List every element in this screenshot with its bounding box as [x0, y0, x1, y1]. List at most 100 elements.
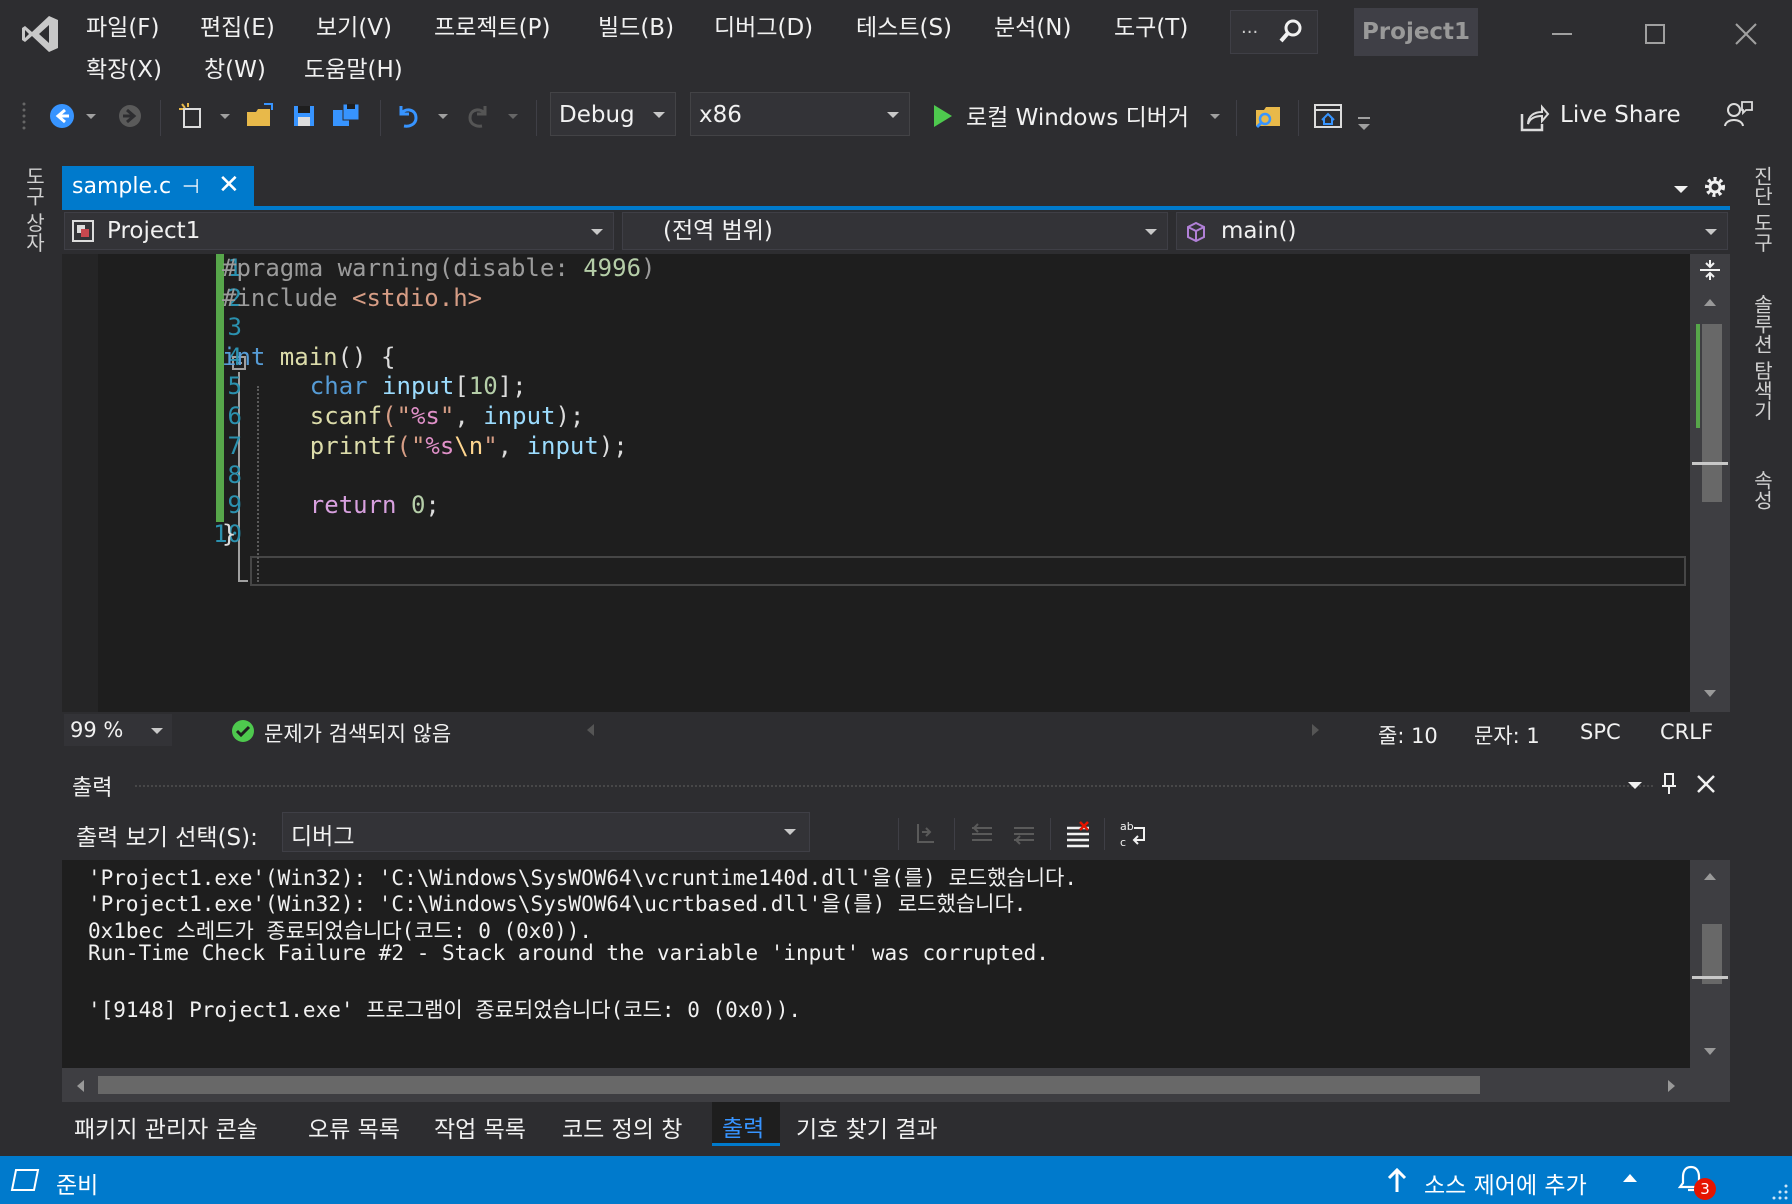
menu-help[interactable]: 도움말(H)	[304, 50, 403, 84]
redo-dropdown-icon[interactable]	[506, 100, 520, 132]
output-line: '[9148] Project1.exe' 프로그램이 종료되었습니다(코드: …	[88, 998, 801, 1022]
close-panel-icon[interactable]	[1694, 772, 1718, 796]
new-dropdown-icon[interactable]	[218, 100, 232, 132]
menu-analyze[interactable]: 분석(N)	[994, 8, 1071, 42]
editor-vertical-scrollbar[interactable]	[1690, 254, 1730, 712]
solution-platform-select[interactable]: x86	[690, 92, 910, 136]
save-icon[interactable]	[288, 100, 320, 132]
open-file-icon[interactable]	[244, 100, 276, 132]
member-select[interactable]: main()	[1176, 212, 1728, 250]
clear-all-icon[interactable]	[1064, 820, 1092, 848]
menu-test[interactable]: 테스트(S)	[856, 8, 952, 42]
scroll-up-icon[interactable]	[1702, 870, 1718, 882]
panel-drag-grip[interactable]	[134, 784, 1654, 788]
pin-icon[interactable]: ⊣	[182, 174, 199, 198]
scrollbar-thumb[interactable]	[1702, 924, 1722, 984]
output-horizontal-scrollbar[interactable]	[62, 1068, 1730, 1102]
undo-icon[interactable]	[392, 100, 424, 132]
resize-grip-icon[interactable]	[1770, 1182, 1790, 1202]
issues-status[interactable]: 문제가 검색되지 않음	[264, 718, 451, 748]
undo-dropdown-icon[interactable]	[436, 100, 450, 132]
output-vertical-scrollbar[interactable]	[1690, 860, 1730, 1068]
tab-list-dropdown-icon[interactable]	[1668, 176, 1694, 202]
column-indicator[interactable]: 문자: 1	[1474, 720, 1540, 750]
tab-package-manager-console[interactable]: 패키지 관리자 콘솔	[74, 1110, 258, 1144]
scroll-right-icon[interactable]	[1666, 1078, 1678, 1094]
code-token: 4996	[583, 254, 642, 282]
navigate-back-icon[interactable]	[46, 100, 78, 132]
feedback-icon[interactable]	[1722, 98, 1754, 130]
scroll-down-icon[interactable]	[1702, 1046, 1718, 1058]
live-share-button[interactable]: Live Share	[1560, 102, 1681, 128]
live-share-icon[interactable]	[1518, 102, 1550, 134]
zoom-select[interactable]: 99 %	[64, 714, 172, 746]
maximize-icon[interactable]	[1624, 10, 1684, 58]
menu-window[interactable]: 창(W)	[204, 50, 266, 84]
next-message-icon[interactable]	[1010, 820, 1038, 848]
tab-code-definition[interactable]: 코드 정의 창	[562, 1110, 682, 1144]
scroll-up-icon[interactable]	[1702, 296, 1718, 308]
hscroll-left-icon[interactable]	[584, 722, 596, 738]
line-ending-indicator[interactable]: CRLF	[1660, 720, 1713, 744]
line-number: 8	[227, 461, 242, 490]
scroll-down-icon[interactable]	[1702, 688, 1718, 700]
close-tab-icon[interactable]: ✕	[218, 170, 240, 200]
diagnostic-tools-tab[interactable]: 진단 도구	[1748, 166, 1777, 252]
chevron-up-icon[interactable]	[1622, 1172, 1638, 1184]
code-line: printf("%s\n", input);	[252, 432, 628, 460]
menu-extensions[interactable]: 확장(X)	[86, 50, 162, 84]
toolbox-tab[interactable]: 도구 상자	[20, 166, 49, 252]
redo-icon[interactable]	[462, 100, 494, 132]
scope-select[interactable]: (전역 범위)	[622, 212, 1168, 250]
tab-output[interactable]: 출력	[712, 1102, 780, 1146]
debug-target-dropdown-icon[interactable]	[1208, 100, 1222, 132]
tab-error-list[interactable]: 오류 목록	[308, 1110, 400, 1144]
start-debugging-button[interactable]: 로컬 Windows 디버거	[966, 98, 1189, 132]
output-window-icon[interactable]	[10, 1168, 40, 1192]
menu-edit[interactable]: 편집(E)	[200, 8, 275, 42]
tab-task-list[interactable]: 작업 목록	[434, 1110, 526, 1144]
find-in-files-icon[interactable]	[1252, 100, 1284, 132]
tab-find-symbol-results[interactable]: 기호 찾기 결과	[796, 1110, 938, 1144]
toolbar-grip-icon[interactable]	[18, 100, 30, 132]
pin-panel-icon[interactable]	[1658, 772, 1680, 796]
scrollbar-thumb[interactable]	[1702, 324, 1722, 502]
new-project-icon[interactable]	[176, 100, 208, 132]
search-box[interactable]: ...	[1230, 10, 1318, 54]
project-select[interactable]: Project1	[64, 212, 614, 250]
toolbar-separator	[1298, 100, 1299, 136]
back-dropdown-icon[interactable]	[84, 100, 98, 132]
code-editor[interactable]: 1 2 3 4 5 6 7 8 9 10 #pragma warning(disable: 499…	[62, 254, 1690, 712]
solution-configuration-select[interactable]: Debug	[550, 92, 676, 136]
browser-link-icon[interactable]	[1312, 100, 1344, 132]
close-window-icon[interactable]	[1716, 10, 1776, 58]
whitespace-indicator[interactable]: SPC	[1580, 720, 1621, 744]
menu-view[interactable]: 보기(V)	[316, 8, 392, 42]
hscroll-right-icon[interactable]	[1310, 722, 1322, 738]
navigate-forward-icon[interactable]	[114, 100, 146, 132]
output-source-select[interactable]: 디버그	[282, 812, 810, 852]
properties-tab[interactable]: 속성	[1748, 470, 1777, 510]
tab-sample-c[interactable]: sample.c ⊣ ✕	[62, 166, 254, 208]
previous-message-icon[interactable]	[968, 820, 996, 848]
menu-debug[interactable]: 디버그(D)	[714, 8, 813, 42]
split-window-icon[interactable]	[1698, 258, 1722, 282]
save-all-icon[interactable]	[330, 100, 362, 132]
panel-menu-dropdown-icon[interactable]	[1624, 774, 1646, 796]
toolbar-overflow-icon[interactable]	[1354, 100, 1374, 132]
settings-gear-icon[interactable]	[1702, 174, 1728, 200]
menu-file[interactable]: 파일(F)	[86, 8, 160, 42]
minimize-icon[interactable]	[1532, 10, 1592, 58]
start-debugging-icon[interactable]	[926, 100, 958, 132]
scrollbar-thumb[interactable]	[98, 1076, 1480, 1094]
line-indicator[interactable]: 줄: 10	[1378, 720, 1438, 750]
toggle-word-wrap-icon[interactable]: ab c	[1118, 818, 1150, 850]
scroll-left-icon[interactable]	[74, 1078, 86, 1094]
output-text-area[interactable]: 'Project1.exe'(Win32): 'C:\Windows\SysWO…	[62, 860, 1690, 1068]
menu-project[interactable]: 프로젝트(P)	[434, 8, 550, 42]
solution-explorer-tab[interactable]: 솔루션 탐색기	[1748, 294, 1777, 420]
menu-tools[interactable]: 도구(T)	[1114, 8, 1188, 42]
find-message-in-code-icon[interactable]	[912, 820, 940, 848]
add-to-source-control-button[interactable]: 소스 제어에 추가	[1424, 1166, 1587, 1200]
menu-build[interactable]: 빌드(B)	[598, 8, 674, 42]
